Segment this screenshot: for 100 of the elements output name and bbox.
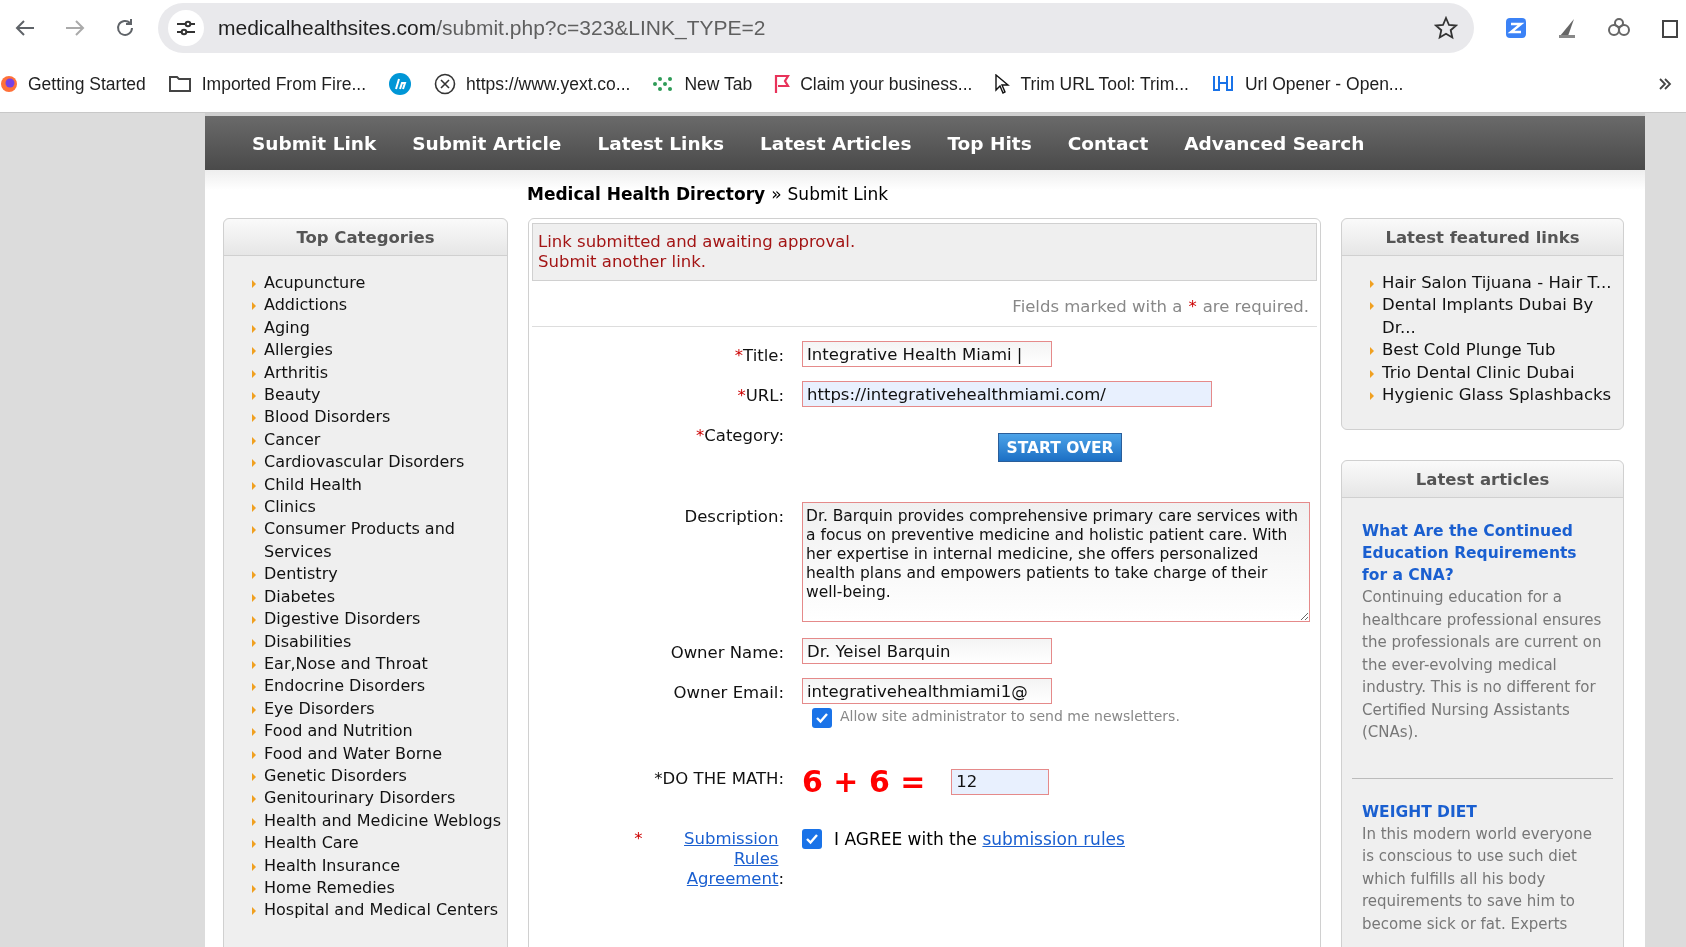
panel-title: Latest featured links xyxy=(1342,219,1623,256)
category-link[interactable]: Allergies xyxy=(264,339,333,362)
start-over-button[interactable]: START OVER xyxy=(998,433,1122,462)
category-link[interactable]: Health Care xyxy=(264,832,359,855)
category-link[interactable]: Addictions xyxy=(264,294,348,317)
nav-link[interactable]: Latest Articles xyxy=(759,132,912,154)
category-link[interactable]: Health and Medicine Weblogs xyxy=(264,809,501,833)
bullet-icon xyxy=(252,728,256,737)
featured-link[interactable]: Hair Salon Tijuana - Hair T... xyxy=(1382,272,1612,295)
submission-rules-link[interactable]: submission rules xyxy=(982,829,1125,849)
bookmark-item[interactable]: Url Opener - Open... xyxy=(1210,73,1404,95)
bullet-icon xyxy=(1370,302,1374,311)
folder-icon xyxy=(167,75,192,93)
extension-icon[interactable] xyxy=(1606,17,1632,39)
bullet-icon xyxy=(252,884,256,893)
description-textarea[interactable]: Dr. Barquin provides comprehensive primary care services with a focus on preventive medicine and holistic patient care. With her expertise in internal medicine, she offers personalized health plans and empowers patients to take charge of their well-being. xyxy=(802,502,1310,622)
bookmark-item[interactable]: Getting Started xyxy=(0,73,146,95)
breadcrumb-home[interactable]: Medical Health Directory xyxy=(527,184,766,204)
category-link[interactable]: Beauty xyxy=(264,384,321,407)
category-link[interactable]: Eye Disorders xyxy=(264,697,375,721)
owner-name-input[interactable]: Dr. Yeisel Barquin xyxy=(802,638,1052,664)
address-bar[interactable]: medicalhealthsites.com/submit.php?c=323&LINK_TYPE=2 xyxy=(158,3,1474,53)
category-link[interactable]: Health Insurance xyxy=(264,854,401,877)
category-link[interactable]: Genetic Disorders xyxy=(264,764,407,788)
article-summary: In this modern world everyone is conscious to use such diet which fulfills all his body requirements to save him to become sick or fat. Experts xyxy=(1362,823,1593,935)
category-link[interactable]: Hospital and Medical Centers xyxy=(264,899,499,922)
bullet-icon xyxy=(252,660,256,669)
featured-link[interactable]: Dental Implants Dubai By Dr... xyxy=(1382,294,1623,340)
bullet-icon xyxy=(252,280,256,288)
rules-agreement-link[interactable]: Submission Rules Agreement xyxy=(642,829,779,889)
category-link[interactable]: Genitourinary Disorders xyxy=(264,787,456,810)
bullet-icon xyxy=(252,392,256,401)
category-link[interactable]: Arthritis xyxy=(264,361,328,385)
nav-link[interactable]: Contact xyxy=(1067,132,1149,154)
owner-email-input[interactable]: integrativehealthmiami1@ xyxy=(802,678,1052,704)
field-label: *Title: xyxy=(733,345,784,365)
article-title-link[interactable]: WEIGHT DIET xyxy=(1362,800,1603,823)
category-link[interactable]: Dentistry xyxy=(264,563,338,586)
bullet-icon xyxy=(252,840,256,849)
bookmark-item[interactable]: Imported From Fire... xyxy=(167,73,367,95)
bullet-icon xyxy=(252,481,256,490)
required-asterisk: * xyxy=(634,829,643,849)
bookmark-item[interactable]: https://www.yext.co... xyxy=(434,73,631,95)
status-message: Link submitted and awaiting approval. xyxy=(538,232,857,252)
bullet-icon xyxy=(252,772,256,781)
flag-icon xyxy=(774,74,791,94)
nav-link[interactable]: Top Hits xyxy=(947,132,1032,154)
required-note: Fields marked with a * are required. xyxy=(532,281,1317,327)
bullet-icon xyxy=(252,683,256,692)
bookmark-item[interactable]: Claim your business... xyxy=(774,73,973,95)
bullet-icon xyxy=(252,862,256,871)
field-label: Owner Name: xyxy=(669,642,784,662)
bullet-icon xyxy=(252,459,256,468)
category-link[interactable]: Home Remedies xyxy=(264,876,395,900)
agree-text: I AGREE with the submission rules xyxy=(834,829,1125,849)
reload-icon[interactable] xyxy=(114,17,136,39)
category-link[interactable]: Endocrine Disorders xyxy=(264,675,426,698)
newsletter-label: Allow site administrator to send me newsletters. xyxy=(840,708,1180,724)
category-link[interactable]: Disabilities xyxy=(264,630,352,653)
nav-link[interactable]: Submit Link xyxy=(252,132,377,154)
url-input[interactable]: https://integrativehealthmiami.com/ xyxy=(802,381,1212,407)
category-link[interactable]: Ear,Nose and Throat xyxy=(264,652,428,676)
featured-link[interactable]: Trio Dental Clinic Dubai xyxy=(1382,361,1575,385)
cursor-icon xyxy=(994,74,1011,94)
category-link[interactable]: Diabetes xyxy=(264,585,336,609)
bullet-icon xyxy=(252,638,256,647)
category-link[interactable]: Consumer Products and Services xyxy=(264,518,507,564)
nav-link[interactable]: Submit Article xyxy=(412,132,562,154)
field-label: *Category: xyxy=(695,425,784,445)
extension-icon[interactable] xyxy=(1504,16,1528,40)
bookmark-item[interactable]: New Tab xyxy=(652,73,753,95)
category-link[interactable]: Acupuncture xyxy=(264,272,366,295)
category-link[interactable]: Food and Nutrition xyxy=(264,720,413,743)
field-label: *DO THE MATH: xyxy=(653,768,784,788)
title-input[interactable]: Integrative Health Miami | xyxy=(802,341,1052,367)
status-message: Submit another link. xyxy=(538,252,707,272)
article-summary: Continuing education for a healthcare professional ensures the professionals are current on the ever-evolving medical industry. This is no different for Certified Nursing Assistants (CNAs). xyxy=(1362,587,1603,743)
category-link[interactable]: Cardiovascular Disorders xyxy=(264,451,465,474)
category-link[interactable]: Food and Water Borne xyxy=(264,742,443,765)
category-link[interactable]: Digestive Disorders xyxy=(264,608,421,631)
featured-link[interactable]: Best Cold Plunge Tub xyxy=(1382,339,1556,362)
bookmark-star-icon[interactable] xyxy=(1434,16,1458,40)
bookmark-item[interactable]: Trim URL Tool: Trim... xyxy=(994,73,1189,95)
nav-link[interactable]: Latest Links xyxy=(597,132,724,154)
site-settings-icon[interactable] xyxy=(176,20,196,36)
colon-text: : xyxy=(778,869,784,889)
category-link[interactable]: Clinics xyxy=(264,496,316,519)
category-link[interactable]: Blood Disorders xyxy=(264,406,391,429)
bookmark-item[interactable] xyxy=(388,72,413,96)
article-title-link[interactable]: What Are the Continued Education Requirements for a CNA? xyxy=(1362,520,1603,586)
category-link[interactable]: Cancer xyxy=(264,428,321,452)
category-link[interactable]: Aging xyxy=(264,316,310,340)
globe-icon xyxy=(434,73,457,95)
category-link[interactable]: Child Health xyxy=(264,473,362,497)
featured-link[interactable]: Hygienic Glass Splashbacks xyxy=(1382,384,1612,407)
bullet-icon xyxy=(252,324,256,333)
math-answer-input[interactable]: 12 xyxy=(951,768,1050,795)
nav-link[interactable]: Advanced Search xyxy=(1184,132,1365,154)
panel-title: Latest articles xyxy=(1342,461,1623,498)
bullet-icon xyxy=(252,369,256,378)
